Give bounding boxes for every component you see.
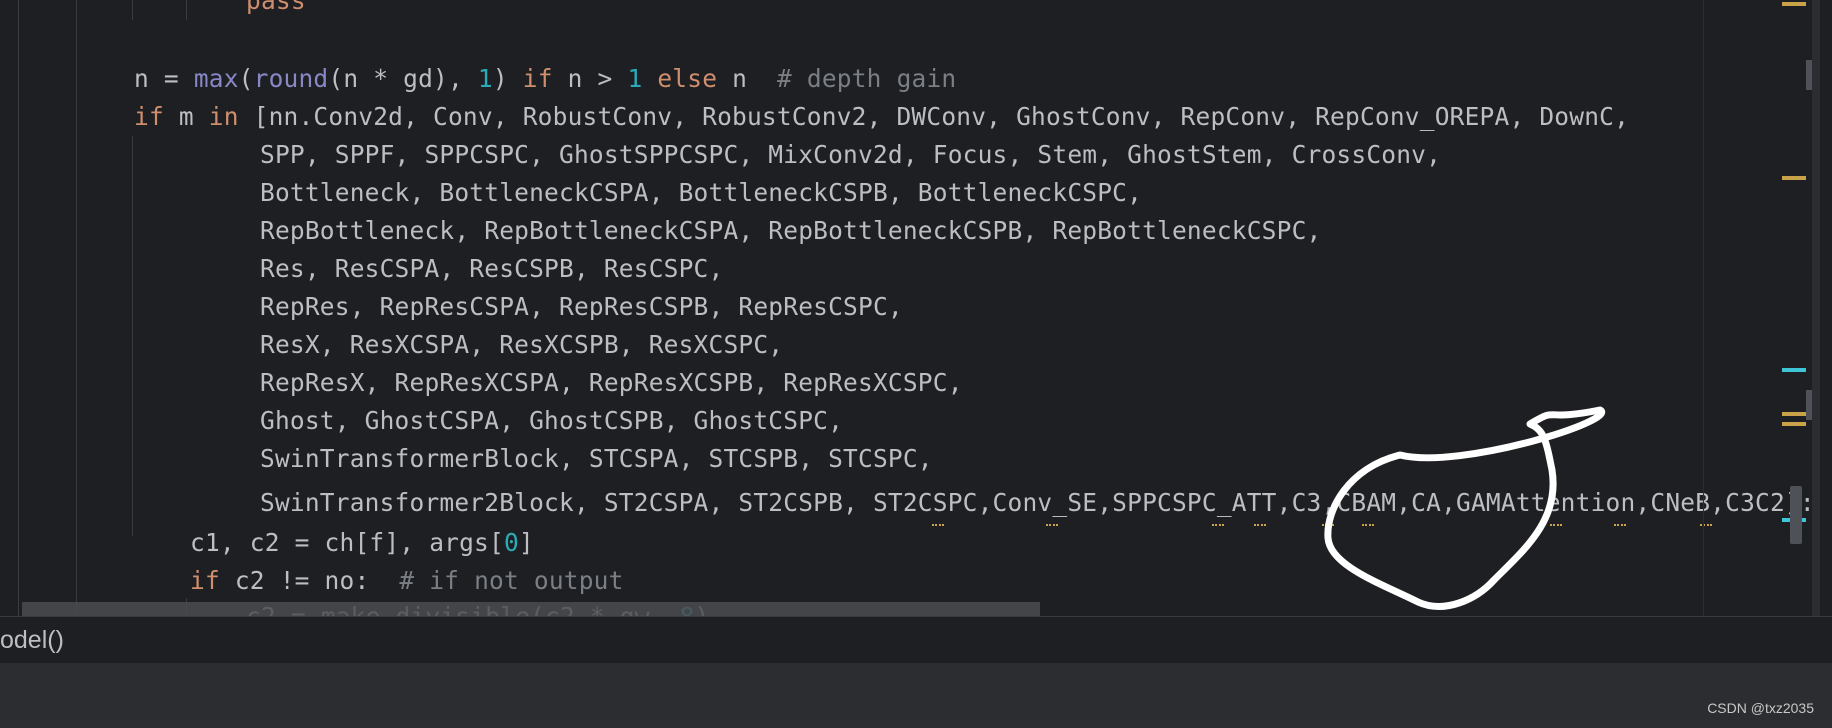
line-swin: SwinTransformerBlock, STCSPA, STCSPB, ST… [260,440,933,478]
warning-squiggle [1550,518,1562,526]
warning-squiggle [1700,518,1712,526]
code-token: # if not output [399,566,624,595]
code-token: if [522,64,553,93]
code-token: ] [518,528,534,557]
breadcrumb[interactable]: odel() [0,617,64,663]
line-c1-c2: c1, c2 = ch[f], args[0] [190,524,534,562]
code-token: pass [246,0,306,15]
code-token: RepBottleneck, RepBottleneckCSPA, RepBot… [260,216,1322,245]
code-token: 1 [477,64,493,93]
gutter-separator [18,0,19,616]
code-token: ) [492,64,523,93]
warning-squiggle [1322,518,1334,526]
code-token: c1, c2 = ch[f], args[ [190,528,504,557]
vertical-scrollbar-track[interactable] [1812,0,1820,616]
indent-guide [186,0,187,20]
code-token: # depth gain [776,64,957,93]
code-token: ( [238,64,254,93]
code-token: [nn.Conv2d, Conv, RobustConv, RobustConv… [238,102,1630,131]
code-token: if [190,566,220,595]
vertical-scrollbar-thumb[interactable] [1790,486,1802,544]
code-token: n [717,64,777,93]
right-margin-guide [1703,0,1704,616]
line-n-max: n = max(round(n * gd), 1) if n > 1 else … [134,60,956,98]
warning-squiggle [1254,518,1266,526]
code-token: RepRes, RepResCSPA, RepResCSPB, RepResCS… [260,292,903,321]
code-token: (n * gd), [328,64,478,93]
code-token: RepResX, RepResXCSPA, RepResXCSPB, RepRe… [260,368,963,397]
scroll-marker [1806,60,1812,90]
line-if-m-in: if m in [nn.Conv2d, Conv, RobustConv, Ro… [134,98,1629,136]
line-pass: pass [246,0,306,20]
line-resx: ResX, ResXCSPA, ResXCSPB, ResXCSPC, [260,326,783,364]
line-bottleneck: Bottleneck, BottleneckCSPA, BottleneckCS… [260,174,1142,212]
scroll-marker [1806,390,1812,420]
warning-marker[interactable] [1782,412,1806,416]
code-token: n > [552,64,628,93]
warning-squiggle [1212,518,1224,526]
warning-marker[interactable] [1782,422,1806,426]
line-repres: RepRes, RepResCSPA, RepResCSPB, RepResCS… [260,288,903,326]
code-editor[interactable]: pass n = max(round(n * gd), 1) if n > 1 e… [0,0,1832,616]
code-token: Res, ResCSPA, ResCSPB, ResCSPC, [260,254,724,283]
code-token: 0 [503,528,519,557]
code-token: Ghost, GhostCSPA, GhostCSPB, GhostCSPC, [260,406,844,435]
bottom-panel: CSDN @txz2035 [0,663,1832,728]
breadcrumb-bar: odel() [0,616,1832,664]
watermark-text: CSDN @txz2035 [1707,700,1814,716]
code-token: SwinTransformer2Block, ST2CSPA, ST2CSPB,… [260,488,1815,517]
indent-guide [132,136,133,536]
line-repbottleneck: RepBottleneck, RepBottleneckCSPA, RepBot… [260,212,1321,250]
code-token: 1 [627,64,643,93]
line-represx: RepResX, RepResXCSPA, RepResXCSPB, RepRe… [260,364,963,402]
code-token: Bottleneck, BottleneckCSPA, BottleneckCS… [260,178,1143,207]
line-res: Res, ResCSPA, ResCSPB, ResCSPC, [260,250,723,288]
line-if-c2: if c2 != no: # if not output [190,562,624,600]
warning-squiggle [1046,518,1058,526]
code-token: SwinTransformerBlock, STCSPA, STCSPB, ST… [260,444,933,473]
indent-guide [132,0,133,20]
code-token: in [208,102,239,131]
line-ghost: Ghost, GhostCSPA, GhostCSPB, GhostCSPC, [260,402,843,440]
warning-marker[interactable] [1782,176,1806,180]
code-token: m [163,102,209,131]
change-marker[interactable] [1782,368,1806,372]
code-token: SPP, SPPF, SPPCSPC, GhostSPPCSPC, MixCon… [260,140,1442,169]
warning-marker[interactable] [1782,2,1806,6]
line-spp: SPP, SPPF, SPPCSPC, GhostSPPCSPC, MixCon… [260,136,1441,174]
warning-squiggle [932,518,944,526]
indent-guide [76,0,77,616]
line-swin2: SwinTransformer2Block, ST2CSPA, ST2CSPB,… [260,484,1815,522]
code-token: max [193,64,239,93]
code-token: if [134,102,164,131]
warning-squiggle [1614,518,1626,526]
code-token: else [657,64,718,93]
code-token: ResX, ResXCSPA, ResXCSPB, ResXCSPC, [260,330,784,359]
code-token: c2 != no: [219,566,400,595]
warning-squiggle [1362,518,1374,526]
horizontal-scrollbar[interactable] [22,602,1040,616]
code-token: round [253,64,329,93]
code-token: n = [134,64,194,93]
